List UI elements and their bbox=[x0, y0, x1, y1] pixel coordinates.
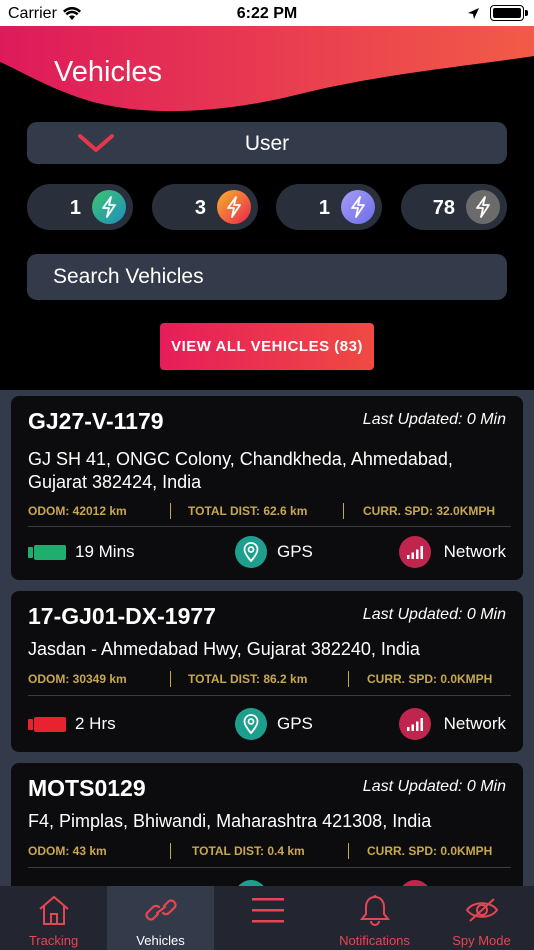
gps-pin-icon bbox=[235, 708, 267, 740]
last-updated: Last Updated: 0 Min bbox=[362, 606, 506, 623]
tab-notifications-label: Notifications bbox=[339, 933, 410, 948]
eye-icon bbox=[465, 898, 498, 922]
stat-divider bbox=[343, 503, 344, 519]
view-all-vehicles-button[interactable]: VIEW ALL VEHICLES (83) bbox=[160, 323, 374, 370]
vehicle-card[interactable]: MOTS0129 Last Updated: 0 Min F4, Pimplas… bbox=[11, 763, 523, 886]
gps-label: GPS bbox=[277, 542, 313, 561]
total-distance: TOTAL DIST: 62.6 km bbox=[188, 504, 308, 518]
network-signal-icon bbox=[399, 536, 431, 568]
counter-idle-value: 3 bbox=[194, 197, 206, 219]
vehicle-stats: ODOM: 43 km TOTAL DIST: 0.4 km CURR. SPD… bbox=[28, 841, 511, 861]
network-signal-icon bbox=[399, 708, 431, 740]
counter-running[interactable]: 1 bbox=[27, 184, 133, 230]
stat-divider bbox=[348, 843, 349, 859]
tab-spy-mode-label: Spy Mode bbox=[452, 933, 511, 948]
stat-divider bbox=[170, 503, 171, 519]
vehicle-status-counters: 1 3 1 78 bbox=[27, 184, 507, 230]
odometer: ODOM: 30349 km bbox=[28, 672, 127, 686]
counter-offline-value: 78 bbox=[432, 197, 455, 219]
page-title: Vehicles bbox=[54, 56, 163, 88]
stat-divider bbox=[348, 671, 349, 687]
network-label: Network bbox=[443, 714, 506, 733]
total-distance: TOTAL DIST: 86.2 km bbox=[188, 672, 308, 686]
vehicle-card[interactable]: 17-GJ01-DX-1977 Last Updated: 0 Min Jasd… bbox=[11, 591, 523, 752]
page-header: Vehicles bbox=[0, 26, 534, 116]
status-bar: Carrier 6:22 PM bbox=[0, 0, 534, 28]
vehicle-list[interactable]: GJ27-V-1179 Last Updated: 0 Min GJ SH 41… bbox=[0, 390, 534, 886]
status-duration: 19 Mins bbox=[75, 542, 135, 561]
user-dropdown-label: User bbox=[244, 132, 290, 155]
tab-vehicles-label: Vehicles bbox=[136, 933, 185, 948]
search-vehicles-input[interactable] bbox=[27, 254, 507, 300]
vehicle-stats: ODOM: 30349 km TOTAL DIST: 86.2 km CURR.… bbox=[28, 669, 511, 689]
stat-divider bbox=[170, 671, 171, 687]
tab-menu[interactable] bbox=[214, 886, 321, 950]
vehicle-address: Jasdan - Ahmedabad Hwy, Gujarat 382240, … bbox=[28, 639, 420, 659]
bolt-icon bbox=[217, 190, 251, 224]
battery-icon bbox=[490, 5, 528, 21]
vehicle-card[interactable]: GJ27-V-1179 Last Updated: 0 Min GJ SH 41… bbox=[11, 396, 523, 580]
stat-divider bbox=[170, 843, 171, 859]
vehicle-registration: 17-GJ01-DX-1977 bbox=[28, 603, 216, 629]
counter-idle[interactable]: 3 bbox=[152, 184, 258, 230]
last-updated: Last Updated: 0 Min bbox=[362, 411, 506, 428]
tab-vehicles[interactable]: Vehicles bbox=[107, 886, 214, 950]
current-speed: CURR. SPD: 32.0KMPH bbox=[363, 504, 496, 518]
total-distance: TOTAL DIST: 0.4 km bbox=[192, 844, 305, 858]
home-icon bbox=[38, 895, 69, 925]
card-divider bbox=[28, 526, 511, 527]
location-arrow-icon bbox=[468, 7, 479, 19]
tab-tracking[interactable]: Tracking bbox=[0, 886, 107, 950]
vehicle-status-battery-icon bbox=[28, 545, 66, 560]
tab-notifications[interactable]: Notifications bbox=[321, 886, 428, 950]
gps-pin-icon bbox=[235, 536, 267, 568]
counter-offline[interactable]: 78 bbox=[401, 184, 507, 230]
odometer: ODOM: 43 km bbox=[28, 844, 107, 858]
vehicle-address: GJ SH 41, ONGC Colony, Chandkheda, Ahmed… bbox=[28, 449, 453, 492]
bolt-icon bbox=[466, 190, 500, 224]
vehicle-status-battery-icon bbox=[28, 717, 66, 732]
card-divider bbox=[28, 695, 511, 696]
bolt-icon bbox=[92, 190, 126, 224]
vehicle-registration: GJ27-V-1179 bbox=[28, 408, 164, 434]
bell-icon bbox=[359, 895, 390, 926]
menu-icon bbox=[251, 898, 284, 923]
current-speed: CURR. SPD: 0.0KMPH bbox=[367, 672, 493, 686]
bottom-tab-bar: Tracking Vehicles Notifications Spy Mode bbox=[0, 886, 534, 950]
link-icon bbox=[144, 899, 177, 921]
gps-label: GPS bbox=[277, 714, 313, 733]
vehicle-address: F4, Pimplas, Bhiwandi, Maharashtra 42130… bbox=[28, 811, 432, 831]
status-duration: 2 Hrs bbox=[75, 714, 116, 733]
odometer: ODOM: 42012 km bbox=[28, 504, 127, 518]
counter-stopped[interactable]: 1 bbox=[276, 184, 382, 230]
status-time: 6:22 PM bbox=[236, 5, 298, 22]
vehicle-registration: MOTS0129 bbox=[28, 775, 146, 801]
counter-stopped-value: 1 bbox=[318, 197, 330, 219]
network-label: Network bbox=[443, 542, 506, 561]
tab-spy-mode[interactable]: Spy Mode bbox=[428, 886, 534, 950]
counter-running-value: 1 bbox=[69, 197, 81, 219]
bolt-icon bbox=[341, 190, 375, 224]
card-divider bbox=[28, 867, 511, 868]
vehicle-stats: ODOM: 42012 km TOTAL DIST: 62.6 km CURR.… bbox=[28, 501, 511, 521]
last-updated: Last Updated: 0 Min bbox=[362, 778, 506, 795]
tab-tracking-label: Tracking bbox=[28, 933, 79, 948]
user-dropdown[interactable]: User bbox=[27, 122, 507, 164]
current-speed: CURR. SPD: 0.0KMPH bbox=[367, 844, 493, 858]
